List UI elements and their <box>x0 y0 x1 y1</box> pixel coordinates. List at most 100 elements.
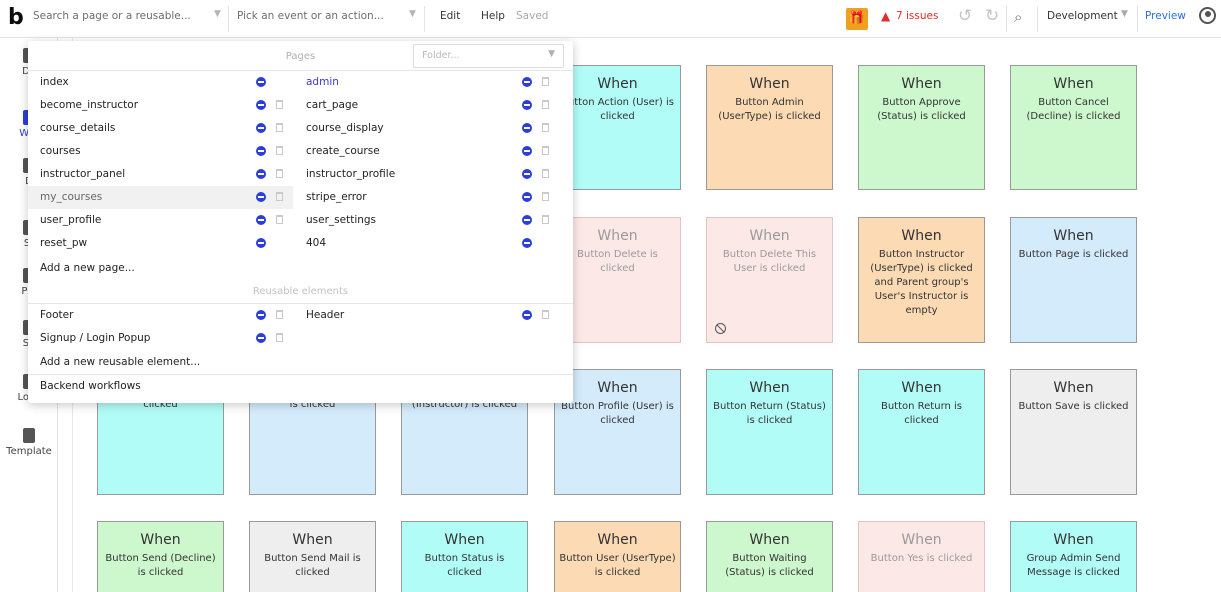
trash-icon[interactable] <box>276 215 283 224</box>
page-item[interactable]: become_instructor <box>28 94 293 117</box>
edit-page-icon[interactable] <box>522 192 532 202</box>
workflow-card[interactable]: When Button Return is clicked <box>858 369 985 495</box>
edit-page-icon[interactable] <box>522 123 532 133</box>
workflow-card[interactable]: When Button Action (User) is clicked <box>554 65 681 190</box>
workflow-card[interactable]: When Group Admin Send Message is clicked <box>1010 521 1137 592</box>
backend-workflows-link[interactable]: Backend workflows <box>40 380 141 392</box>
trash-icon[interactable] <box>276 169 283 178</box>
trash-icon[interactable] <box>542 169 549 178</box>
chevron-down-icon[interactable]: ▼ <box>214 9 221 19</box>
card-when-label: When <box>749 76 790 92</box>
edit-page-icon[interactable] <box>256 146 266 156</box>
undo-icon[interactable]: ↺ <box>958 6 972 26</box>
reusable-item[interactable]: Signup / Login Popup <box>28 327 293 350</box>
workflow-card[interactable]: When Button Yes is clicked <box>858 521 985 592</box>
workflow-card[interactable]: When Button Admin (UserType) is clicked <box>706 65 833 190</box>
edit-page-icon[interactable] <box>522 77 532 87</box>
page-item[interactable]: course_display <box>294 117 573 140</box>
workflow-card[interactable]: When Button Save is clicked <box>1010 369 1137 495</box>
reusable-item[interactable]: Footer <box>28 304 293 327</box>
workflow-card[interactable]: When Button Cancel (Decline) is clicked <box>1010 65 1137 190</box>
user-icon[interactable] <box>1199 7 1216 24</box>
edit-page-icon[interactable] <box>256 215 266 225</box>
page-name: my_courses <box>40 191 103 203</box>
page-item[interactable]: admin <box>294 71 573 94</box>
add-page-link[interactable]: Add a new page... <box>40 262 135 274</box>
trash-icon[interactable] <box>276 310 283 319</box>
gift-icon[interactable]: 🎁 <box>846 8 868 30</box>
workflow-card[interactable]: When Button Send (Decline) is clicked <box>97 521 224 592</box>
edit-page-icon[interactable] <box>256 192 266 202</box>
trash-icon[interactable] <box>276 146 283 155</box>
help-menu[interactable]: Help <box>481 10 505 22</box>
edit-page-icon[interactable] <box>256 238 266 248</box>
trash-icon[interactable] <box>542 310 549 319</box>
trash-icon[interactable] <box>542 215 549 224</box>
workflow-card[interactable]: When Button Delete is clicked <box>554 217 681 343</box>
workflow-card[interactable]: When Button Waiting (Status) is clicked <box>706 521 833 592</box>
page-name: instructor_panel <box>40 168 126 180</box>
trash-icon[interactable] <box>276 333 283 342</box>
bubble-logo[interactable]: b <box>8 6 24 30</box>
edit-page-icon[interactable] <box>256 169 266 179</box>
page-item[interactable]: instructor_profile <box>294 163 573 186</box>
edit-page-icon[interactable] <box>522 169 532 179</box>
page-item[interactable]: index <box>28 71 293 94</box>
trash-icon[interactable] <box>542 146 549 155</box>
workflow-card[interactable]: When Button Instructor (UserType) is cli… <box>858 217 985 343</box>
trash-icon[interactable] <box>542 100 549 109</box>
trash-icon[interactable] <box>276 192 283 201</box>
card-when-label: When <box>749 380 790 396</box>
card-event-label: Button Delete is clicked <box>577 249 658 274</box>
search-icon[interactable]: ⌕ <box>1014 8 1022 26</box>
redo-icon[interactable]: ↻ <box>985 6 999 26</box>
edit-menu[interactable]: Edit <box>440 10 460 22</box>
issues-button[interactable]: 7 issues <box>896 10 938 22</box>
trash-icon[interactable] <box>542 192 549 201</box>
chevron-down-icon[interactable]: ▼ <box>409 9 416 19</box>
chevron-down-icon[interactable]: ▼ <box>1121 9 1128 19</box>
edit-page-icon[interactable] <box>256 100 266 110</box>
trash-icon[interactable] <box>276 100 283 109</box>
workflow-card[interactable]: When Button Page is clicked <box>1010 217 1137 343</box>
reusable-item[interactable]: Header <box>294 304 573 327</box>
edit-reusable-icon[interactable] <box>256 310 266 320</box>
workflow-card[interactable]: When Button Profile (User) is clicked <box>554 369 681 495</box>
page-search-input[interactable]: Search a page or a reusable... <box>33 10 191 22</box>
trash-icon[interactable] <box>276 123 283 132</box>
trash-icon[interactable] <box>542 77 549 86</box>
page-item[interactable]: courses <box>28 140 293 163</box>
card-event-label: Button Cancel (Decline) is clicked <box>1026 97 1121 122</box>
edit-page-icon[interactable] <box>256 77 266 87</box>
trash-icon[interactable] <box>542 123 549 132</box>
page-item[interactable]: cart_page <box>294 94 573 117</box>
workflow-card[interactable]: When Button Status is clicked <box>401 521 528 592</box>
page-item[interactable]: reset_pw <box>28 232 293 255</box>
edit-reusable-icon[interactable] <box>522 310 532 320</box>
page-item[interactable]: my_courses <box>28 186 293 209</box>
edit-page-icon[interactable] <box>522 100 532 110</box>
edit-page-icon[interactable] <box>522 146 532 156</box>
page-item[interactable]: user_settings <box>294 209 573 232</box>
workflow-card[interactable]: When Button Send Mail is clicked <box>249 521 376 592</box>
sidebar-item-template[interactable]: Template <box>0 428 58 457</box>
workflow-card[interactable]: When Button User (UserType) is clicked <box>554 521 681 592</box>
folder-select[interactable]: Folder... ▼ <box>413 44 564 68</box>
page-item[interactable]: stripe_error <box>294 186 573 209</box>
page-item[interactable]: user_profile <box>28 209 293 232</box>
workflow-card[interactable]: When Button Delete This User is clicked <box>706 217 833 343</box>
edit-page-icon[interactable] <box>522 215 532 225</box>
page-item[interactable]: instructor_panel <box>28 163 293 186</box>
environment-selector[interactable]: Development <box>1047 10 1118 22</box>
edit-page-icon[interactable] <box>256 123 266 133</box>
workflow-card[interactable]: When Button Return (Status) is clicked <box>706 369 833 495</box>
edit-page-icon[interactable] <box>522 238 532 248</box>
add-reusable-link[interactable]: Add a new reusable element... <box>40 356 200 368</box>
page-item[interactable]: course_details <box>28 117 293 140</box>
page-item[interactable]: create_course <box>294 140 573 163</box>
preview-button[interactable]: Preview <box>1145 10 1186 22</box>
edit-reusable-icon[interactable] <box>256 333 266 343</box>
page-item[interactable]: 404 <box>294 232 573 255</box>
event-picker[interactable]: Pick an event or an action... <box>237 10 384 22</box>
workflow-card[interactable]: When Button Approve (Status) is clicked <box>858 65 985 190</box>
